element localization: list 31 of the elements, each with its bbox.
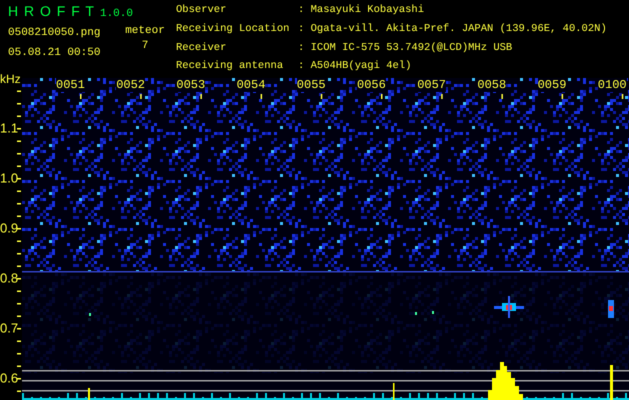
time-label: 0057 bbox=[417, 78, 446, 92]
frequency-label: 0.8 bbox=[0, 270, 18, 286]
app-name: H R O F F T bbox=[8, 3, 94, 19]
time-label: 0056 bbox=[357, 78, 386, 92]
info-value: : Masayuki Kobayashi bbox=[298, 3, 426, 18]
unit-label: kHz bbox=[0, 72, 21, 86]
time-label: 0055 bbox=[296, 78, 326, 92]
time-label: 0053 bbox=[176, 78, 206, 92]
meteor-count: 7 bbox=[142, 39, 148, 54]
info-label: Receiving antenna bbox=[176, 59, 284, 74]
frequency-label: 0.9 bbox=[0, 220, 18, 236]
frequency-label: 0.6 bbox=[0, 370, 18, 386]
time-label: 0059 bbox=[538, 78, 566, 92]
time-label: 0051 bbox=[56, 78, 85, 92]
frequency-label: 0.7 bbox=[0, 320, 18, 336]
meteor-label: meteor bbox=[125, 24, 165, 39]
time-label: 0058 bbox=[477, 78, 506, 92]
filename-label: 0508210050.png bbox=[8, 27, 102, 41]
info-label: Receiver bbox=[176, 40, 228, 56]
info-value: : ICOM IC-575 53.7492(@LCD)MHz USB bbox=[298, 40, 514, 56]
info-value: : A504HB(yagi 4el) bbox=[298, 59, 412, 74]
version-label: 1.0.0 bbox=[100, 8, 133, 20]
frequency-label: 1.1 bbox=[0, 120, 18, 136]
time-label: 0054 bbox=[236, 78, 266, 92]
datetime-label: 05.08.21 00:50 bbox=[8, 47, 102, 59]
info-label: Observer bbox=[176, 3, 228, 18]
time-label: 0100 bbox=[598, 78, 627, 92]
time-label: 0052 bbox=[116, 78, 145, 92]
frequency-label: 1.0 bbox=[0, 170, 18, 186]
info-value: : Ogata-vill. Akita-Pref. JAPAN (139.96E, 40.02N) bbox=[298, 22, 607, 37]
info-label: Receiving Location bbox=[176, 22, 290, 37]
